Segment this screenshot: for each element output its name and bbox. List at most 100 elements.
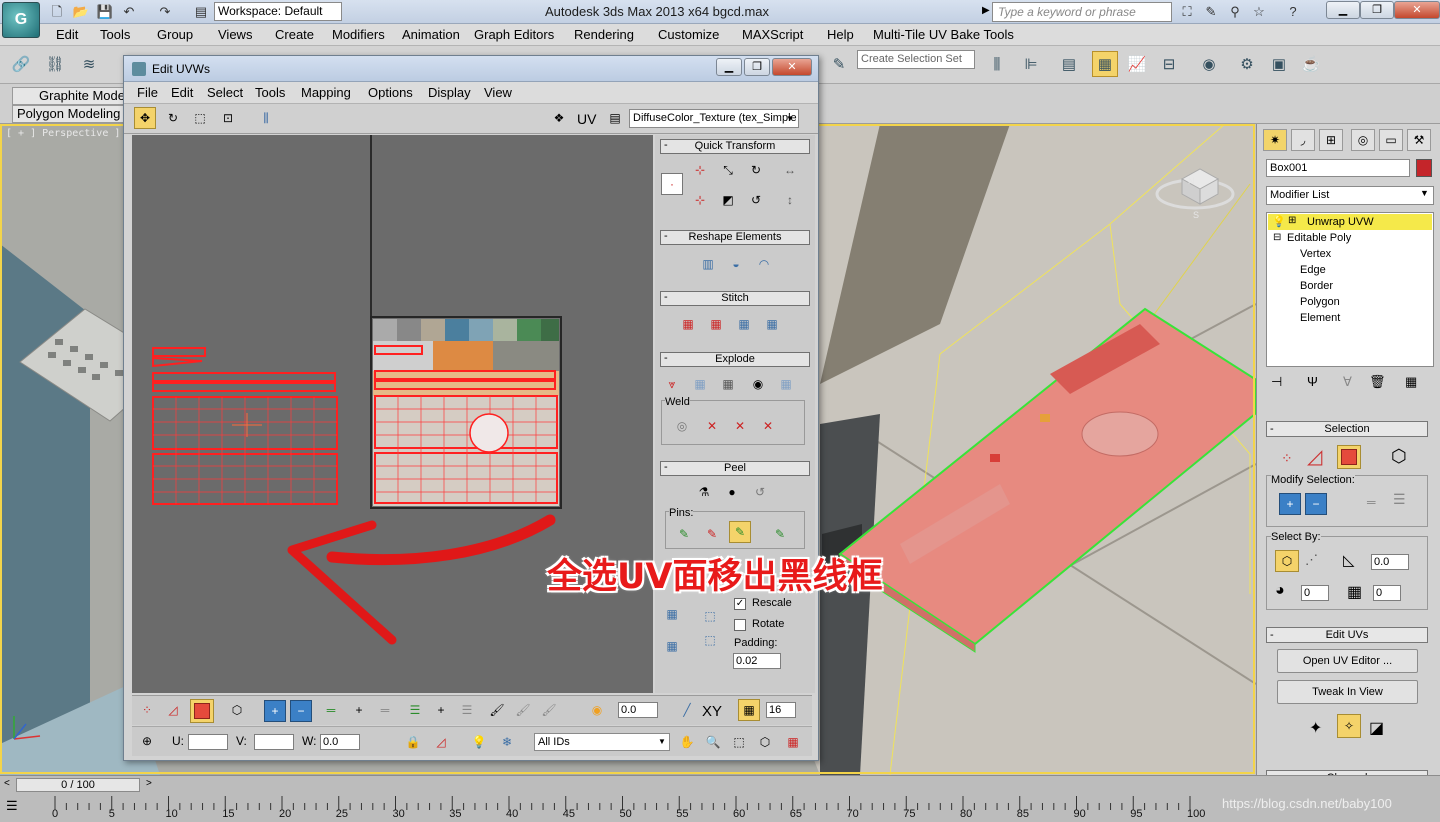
weld-selected-icon[interactable]: ✕: [701, 415, 723, 437]
timeline-prev-icon[interactable]: <: [4, 778, 10, 789]
mini-curve-editor-icon[interactable]: ☰: [6, 798, 18, 814]
search-expand-icon[interactable]: ▶: [982, 5, 990, 16]
paint-grow-icon[interactable]: 🖌: [512, 699, 534, 721]
menu-customize[interactable]: Customize: [658, 27, 719, 42]
polygon-select-button[interactable]: [1337, 445, 1361, 469]
soft-selection-spinner[interactable]: 0.0: [618, 702, 658, 718]
u-spinner[interactable]: [188, 734, 228, 750]
favorites-star-icon[interactable]: ☆: [1250, 3, 1268, 20]
peel-mode-icon[interactable]: ●: [721, 481, 743, 503]
stack-item-edge[interactable]: Edge: [1300, 264, 1326, 276]
select-by-element-icon[interactable]: ⬡: [1275, 550, 1299, 572]
zoom-region-icon[interactable]: ⬚: [728, 731, 750, 753]
weld-threshold-icon[interactable]: ◎: [671, 415, 693, 437]
relax-icon[interactable]: ◒: [725, 253, 747, 275]
paint-shrink-icon[interactable]: 🖌: [538, 699, 560, 721]
maximize-button[interactable]: ❐: [1360, 1, 1394, 19]
align-icon[interactable]: ⊫: [1018, 51, 1044, 77]
weld-target-icon[interactable]: ✕: [729, 415, 751, 437]
new-file-icon[interactable]: 🗋: [48, 3, 66, 20]
smoothing-group-spinner[interactable]: 0: [1373, 585, 1401, 601]
break-icon[interactable]: ⩔: [661, 373, 683, 395]
unlink-icon[interactable]: ⛓: [42, 51, 68, 77]
uv-grow-icon[interactable]: +: [264, 700, 286, 722]
uv-vertex-mode-icon[interactable]: ⁘: [136, 699, 158, 721]
subscription-icon[interactable]: ✎: [1202, 3, 1220, 20]
falloff-type-icon[interactable]: ╱: [676, 699, 698, 721]
paint-select-icon[interactable]: 🖌: [486, 699, 508, 721]
auto-pin-selected-icon[interactable]: ✎: [769, 523, 791, 545]
uv-polygon-mode-button[interactable]: [190, 699, 214, 723]
render-teapot-icon[interactable]: ☕: [1298, 51, 1324, 77]
quick-map-gizmo-icon[interactable]: ✧: [1337, 714, 1361, 738]
hide-icon[interactable]: 💡: [468, 731, 490, 753]
quick-transform-header[interactable]: - Quick Transform: [660, 139, 810, 154]
uv-editor-canvas[interactable]: [132, 135, 653, 693]
object-name-field[interactable]: Box001: [1266, 159, 1410, 177]
checker-icon[interactable]: ❖: [548, 107, 570, 129]
uv-shrink-icon[interactable]: −: [290, 700, 312, 722]
scale-icon[interactable]: ⬚: [189, 107, 211, 129]
edit-uvws-titlebar[interactable]: Edit UVWs ▁ ❐ ✕: [124, 56, 818, 82]
space-vertical-icon[interactable]: ↕: [779, 189, 801, 211]
communication-icon[interactable]: ⚲: [1226, 3, 1244, 20]
utilities-tab-icon[interactable]: ⚒: [1407, 129, 1431, 151]
unpin-selected-icon[interactable]: ✎: [701, 523, 723, 545]
save-icon[interactable]: 💾: [96, 3, 114, 20]
falloff-space-label[interactable]: XY: [702, 703, 722, 720]
stitch-custom-icon[interactable]: ▦: [761, 313, 783, 335]
vertex-select-icon[interactable]: ⁘: [1281, 450, 1293, 467]
soft-selection-icon[interactable]: ◉: [586, 699, 608, 721]
configure-sets-icon[interactable]: ▦: [1405, 374, 1417, 390]
uvw-menu-select[interactable]: Select: [207, 85, 243, 100]
uvw-menu-edit[interactable]: Edit: [171, 85, 193, 100]
time-slider[interactable]: 0 / 100: [16, 778, 140, 792]
menu-modifiers[interactable]: Modifiers: [332, 27, 385, 42]
project-folder-icon[interactable]: ▤: [192, 3, 210, 20]
stitch-to-source-icon[interactable]: ▦: [705, 313, 727, 335]
w-spinner[interactable]: 0.0: [320, 734, 360, 750]
uvw-menu-options[interactable]: Options: [368, 85, 413, 100]
ids-chevron-icon[interactable]: ▼: [658, 737, 666, 746]
grow-selection-icon[interactable]: +: [1279, 493, 1301, 515]
open-uv-editor-button[interactable]: Open UV Editor ...: [1277, 649, 1418, 673]
pin-stack-icon[interactable]: ⊣: [1271, 374, 1282, 390]
open-file-icon[interactable]: 📂: [72, 3, 90, 20]
uvw-menu-file[interactable]: File: [137, 85, 158, 100]
create-tab-icon[interactable]: ✷: [1263, 129, 1287, 151]
rescale-checkbox[interactable]: ✓: [734, 598, 746, 610]
straighten-icon[interactable]: ◩: [717, 189, 739, 211]
selection-rollout-header[interactable]: - Selection: [1266, 421, 1428, 437]
workspace-dropdown[interactable]: Workspace: Default: [214, 2, 342, 21]
texture-list-icon[interactable]: ▤: [604, 107, 626, 129]
show-end-result-icon[interactable]: Ψ: [1307, 374, 1318, 389]
named-selection-abc-icon[interactable]: ✎: [826, 51, 852, 77]
flatten-by-material-icon[interactable]: ◉: [747, 373, 769, 395]
search-input[interactable]: Type a keyword or phrase: [992, 2, 1172, 22]
select-by-material-icon[interactable]: ◕: [1275, 582, 1285, 600]
absolute-mode-icon[interactable]: ⊕: [136, 730, 158, 752]
rotate-90-ccw-icon[interactable]: ↺: [745, 189, 767, 211]
loop-icon[interactable]: ═: [1367, 495, 1376, 509]
hierarchy-tab-icon[interactable]: ⊞: [1319, 129, 1343, 151]
space-horizontal-icon[interactable]: ↔: [779, 159, 801, 181]
element-select-icon[interactable]: ⬡: [1391, 446, 1407, 467]
display-tab-icon[interactable]: ▭: [1379, 129, 1403, 151]
stitch-header[interactable]: - Stitch: [660, 291, 810, 306]
ids-dropdown[interactable]: All IDs: [534, 733, 670, 751]
motion-tab-icon[interactable]: ◎: [1351, 129, 1375, 151]
explode-header[interactable]: - Explode: [660, 352, 810, 367]
auto-pin-moved-icon[interactable]: ✎: [729, 521, 751, 543]
material-id-spinner[interactable]: 0: [1301, 585, 1329, 601]
texture-dropdown[interactable]: DiffuseColor_Texture (tex_Simple: [629, 109, 799, 128]
viewcube-south[interactable]: S: [1193, 210, 1199, 220]
align-vertical-icon[interactable]: ⊹: [689, 189, 711, 211]
undo-icon[interactable]: ↶: [120, 3, 138, 20]
stack-item-border[interactable]: Border: [1300, 280, 1333, 292]
uvw-menu-view[interactable]: View: [484, 85, 512, 100]
ribbon-tab-graphite[interactable]: Graphite Modeling Tools: [12, 87, 130, 105]
menu-group[interactable]: Group: [157, 27, 193, 42]
circle-icon[interactable]: ◠: [753, 253, 775, 275]
viewcube-north[interactable]: N: [1188, 176, 1195, 186]
quick-planar-map-icon[interactable]: ◪: [1369, 718, 1384, 738]
